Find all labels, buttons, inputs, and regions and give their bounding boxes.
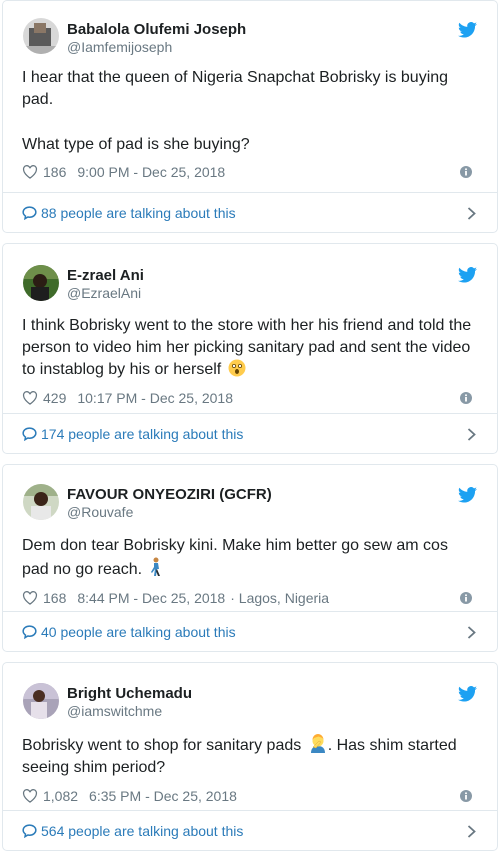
tweet-header: Bright Uchemadu @iamswitchme [22, 663, 478, 720]
talking-count[interactable]: 40 people are talking about this [41, 624, 236, 640]
talking-link[interactable]: 564 people are talking about this [3, 810, 497, 850]
talking-count[interactable]: 88 people are talking about this [41, 205, 236, 221]
author-names: Babalola Olufemi Joseph @Iamfemijoseph [67, 20, 246, 56]
avatar[interactable] [23, 683, 59, 719]
heart-icon[interactable] [22, 391, 38, 405]
twitter-bird-icon[interactable] [458, 267, 477, 283]
timestamp[interactable]: 9:00 PM - Dec 25, 2018 [77, 164, 225, 180]
timestamp[interactable]: 10:17 PM - Dec 25, 2018 [77, 390, 233, 406]
talking-link[interactable]: 174 people are talking about this [3, 413, 497, 453]
tweet-card: FAVOUR ONYEOZIRI (GCFR) @Rouvafe Dem don… [2, 464, 498, 652]
info-icon[interactable] [460, 592, 472, 604]
like-count[interactable]: 168 [43, 590, 66, 606]
tweet-body: Babalola Olufemi Joseph @Iamfemijoseph I… [3, 1, 497, 187]
twitter-bird-icon[interactable] [458, 686, 477, 702]
location[interactable]: · Lagos, Nigeria [230, 590, 329, 606]
person-walking-emoji [150, 557, 160, 576]
author-names: FAVOUR ONYEOZIRI (GCFR) @Rouvafe [67, 485, 272, 521]
chevron-right-icon[interactable] [467, 626, 476, 639]
tweet-body: Bright Uchemadu @iamswitchme Bobrisky we… [3, 663, 497, 811]
tweet-body: E-zrael Ani @EzraelAni I think Bobrisky … [3, 244, 497, 413]
display-name[interactable]: E-zrael Ani [67, 266, 144, 285]
tweet-text-line: I hear that the queen of Nigeria Snapcha… [22, 69, 449, 108]
tweet-text: I hear that the queen of Nigeria Snapcha… [22, 59, 478, 156]
avatar[interactable] [23, 484, 59, 520]
tweet-body: FAVOUR ONYEOZIRI (GCFR) @Rouvafe Dem don… [3, 465, 497, 613]
display-name[interactable]: Bright Uchemadu [67, 684, 192, 703]
chevron-right-icon[interactable] [467, 825, 476, 838]
tweet-meta: 429 10:17 PM - Dec 25, 2018 [22, 383, 478, 413]
speech-bubble-icon [22, 205, 37, 220]
author-names: E-zrael Ani @EzraelAni [67, 266, 144, 302]
like-count[interactable]: 429 [43, 390, 66, 406]
twitter-bird-icon[interactable] [458, 22, 477, 38]
tweet-meta: 1,082 6:35 PM - Dec 25, 2018 [22, 781, 478, 811]
twitter-bird-icon[interactable] [458, 487, 477, 503]
timestamp[interactable]: 8:44 PM - Dec 25, 2018 [77, 590, 225, 606]
talking-link[interactable]: 40 people are talking about this [3, 611, 497, 651]
chevron-right-icon[interactable] [467, 428, 476, 441]
tweet-text: Dem don tear Bobrisky kini. Make him bet… [22, 523, 478, 581]
timestamp[interactable]: 6:35 PM - Dec 25, 2018 [89, 788, 237, 804]
tweet-header: FAVOUR ONYEOZIRI (GCFR) @Rouvafe [22, 465, 478, 523]
speech-bubble-icon [22, 624, 37, 639]
like-count[interactable]: 1,082 [43, 788, 78, 804]
tweet-text: I think Bobrisky went to the store with … [22, 303, 478, 381]
astonished-face-emoji [228, 359, 246, 377]
tweet-card: Babalola Olufemi Joseph @Iamfemijoseph I… [2, 0, 498, 233]
user-handle[interactable]: @EzraelAni [67, 285, 144, 302]
tweet-card: E-zrael Ani @EzraelAni I think Bobrisky … [2, 243, 498, 454]
talking-link[interactable]: 88 people are talking about this [3, 192, 497, 232]
display-name[interactable]: Babalola Olufemi Joseph [67, 20, 246, 39]
person-facepalming-emoji [310, 734, 325, 753]
speech-bubble-icon [22, 426, 37, 441]
tweet-meta: 168 8:44 PM - Dec 25, 2018 · Lagos, Nige… [22, 583, 478, 613]
tweet-meta: 186 9:00 PM - Dec 25, 2018 [22, 157, 478, 187]
avatar[interactable] [23, 265, 59, 301]
tweet-text-line: I think Bobrisky went to the store with … [22, 317, 472, 378]
user-handle[interactable]: @iamswitchme [67, 703, 192, 720]
tweet-text-line: Bobrisky went to shop for sanitary pads [22, 737, 302, 754]
info-icon[interactable] [460, 790, 472, 802]
chevron-right-icon[interactable] [467, 207, 476, 220]
speech-bubble-icon [22, 823, 37, 838]
display-name[interactable]: FAVOUR ONYEOZIRI (GCFR) [67, 485, 272, 504]
tweet-text: Bobrisky went to shop for sanitary pads … [22, 720, 478, 779]
info-icon[interactable] [460, 166, 472, 178]
user-handle[interactable]: @Rouvafe [67, 504, 272, 521]
tweet-card: Bright Uchemadu @iamswitchme Bobrisky we… [2, 662, 498, 851]
tweet-header: Babalola Olufemi Joseph @Iamfemijoseph [22, 1, 478, 59]
talking-count[interactable]: 174 people are talking about this [41, 426, 243, 442]
talking-count[interactable]: 564 people are talking about this [41, 823, 243, 839]
user-handle[interactable]: @Iamfemijoseph [67, 39, 246, 56]
tweet-text-line: What type of pad is she buying? [22, 136, 250, 153]
heart-icon[interactable] [22, 789, 38, 803]
author-names: Bright Uchemadu @iamswitchme [67, 684, 192, 720]
heart-icon[interactable] [22, 165, 38, 179]
tweet-header: E-zrael Ani @EzraelAni [22, 244, 478, 303]
like-count[interactable]: 186 [43, 164, 66, 180]
avatar[interactable] [23, 18, 59, 54]
info-icon[interactable] [460, 392, 472, 404]
heart-icon[interactable] [22, 591, 38, 605]
tweet-text-line: Dem don tear Bobrisky kini. Make him bet… [22, 537, 448, 578]
